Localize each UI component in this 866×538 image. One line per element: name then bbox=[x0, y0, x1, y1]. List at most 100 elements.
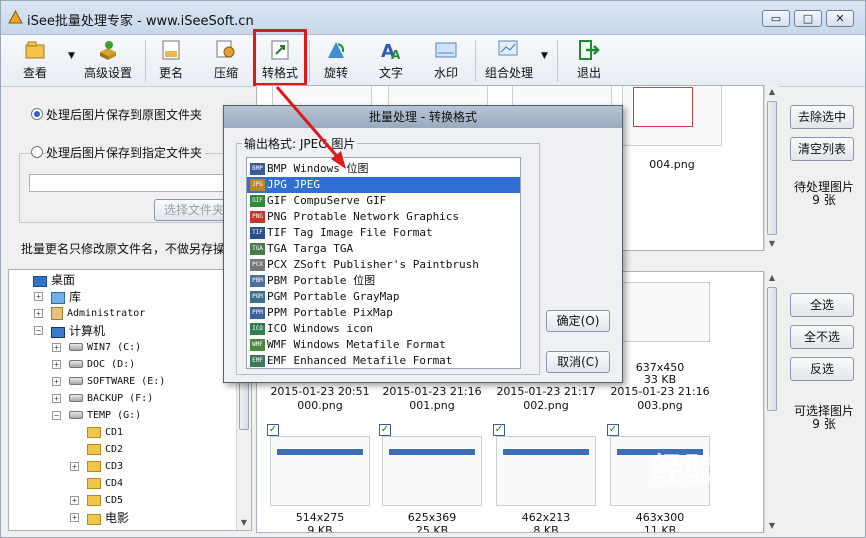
pending-thumbnail[interactable]: 004.png bbox=[617, 86, 727, 196]
tree-node[interactable]: + CD5 bbox=[70, 493, 124, 509]
clear-list-button[interactable]: 清空列表 bbox=[790, 137, 854, 161]
available-thumbnail[interactable]: ✓ 462x213 8 KB bbox=[491, 422, 601, 532]
available-thumbnail[interactable]: ✓ 625x369 25 KB bbox=[377, 422, 487, 532]
tree-expand-icon[interactable]: + bbox=[52, 394, 61, 403]
combo-process-button[interactable]: 组合处理 bbox=[483, 37, 535, 85]
scroll-up-icon[interactable]: ▲ bbox=[765, 85, 779, 99]
tree-node-label: CD5 bbox=[105, 495, 124, 506]
save-to-folder-radio[interactable] bbox=[31, 146, 43, 158]
library-icon bbox=[51, 292, 65, 304]
format-option[interactable]: BMP BMP Windows 位图 bbox=[247, 161, 520, 177]
format-option[interactable]: PGM PGM Portable GrayMap bbox=[247, 289, 520, 305]
text-button[interactable]: AA 文字 bbox=[371, 37, 411, 85]
watermark-button[interactable]: 水印 bbox=[426, 37, 466, 85]
tree-expand-icon[interactable]: + bbox=[34, 292, 43, 301]
tree-expand-icon[interactable]: − bbox=[34, 326, 43, 335]
available-count: 9 张 bbox=[812, 417, 836, 431]
compress-button[interactable]: 压缩 bbox=[206, 37, 246, 85]
thumbnail-checkbox[interactable]: ✓ bbox=[493, 424, 505, 436]
format-option[interactable]: GIF GIF CompuServe GIF bbox=[247, 193, 520, 209]
tree-expand-icon[interactable]: − bbox=[52, 411, 61, 420]
format-option[interactable]: JPG JPG JPEG bbox=[247, 177, 520, 193]
tree-node-label: BACKUP (F:) bbox=[87, 393, 154, 404]
combo-dropdown-arrow-icon[interactable]: ▼ bbox=[541, 51, 548, 61]
tree-node[interactable]: + WIN7 (C:) bbox=[52, 340, 142, 356]
tree-node[interactable]: + SOFTWARE (E:) bbox=[52, 374, 165, 390]
choose-folder-button[interactable]: 选择文件夹 bbox=[154, 199, 234, 221]
rename-button[interactable]: 更名 bbox=[151, 37, 191, 85]
scroll-up-icon[interactable]: ▲ bbox=[765, 271, 779, 285]
format-option[interactable]: TIF TIF Tag Image File Format bbox=[247, 225, 520, 241]
gear-box-icon bbox=[100, 41, 116, 60]
toolbar-label: 退出 bbox=[576, 66, 601, 80]
tree-expand-icon[interactable]: + bbox=[34, 309, 43, 318]
tree-expand-icon[interactable]: + bbox=[52, 377, 61, 386]
available-scrollbar[interactable]: ▲ ▼ bbox=[764, 271, 779, 533]
toolbar-label: 更名 bbox=[158, 66, 183, 80]
tree-node[interactable]: − 计算机 bbox=[34, 323, 105, 339]
thumbnail-checkbox[interactable]: ✓ bbox=[379, 424, 391, 436]
tree-node[interactable]: CD4 bbox=[87, 476, 123, 492]
scroll-down-icon[interactable]: ▼ bbox=[765, 237, 779, 251]
tree-node-label: CD1 bbox=[105, 427, 124, 438]
tree-node[interactable]: + BACKUP (F:) bbox=[52, 391, 154, 407]
tree-node[interactable]: + 库 bbox=[34, 289, 81, 305]
select-none-button[interactable]: 全不选 bbox=[790, 325, 854, 349]
tree-node[interactable]: + DOC (D:) bbox=[52, 357, 136, 373]
toolbar-separator bbox=[309, 40, 310, 82]
scroll-thumb[interactable] bbox=[767, 287, 777, 411]
exit-button[interactable]: 退出 bbox=[569, 37, 609, 85]
available-thumbnail[interactable]: ✓ 514x275 9 KB bbox=[265, 422, 375, 532]
format-list[interactable]: BMP BMP Windows 位图 JPG JPG JPEG GIF GIF Compu… bbox=[246, 157, 521, 369]
thumbnail-checkbox[interactable]: ✓ bbox=[607, 424, 619, 436]
tree-node[interactable]: CD1 bbox=[87, 425, 123, 441]
tree-expand-icon[interactable]: + bbox=[70, 513, 79, 522]
ok-button[interactable]: 确定(O) bbox=[546, 310, 610, 332]
cancel-button[interactable]: 取消(C) bbox=[546, 351, 610, 373]
format-option[interactable]: WMF WMF Windows Metafile Format bbox=[247, 337, 520, 353]
tree-node[interactable]: 桌面 bbox=[33, 272, 75, 288]
tree-node[interactable]: + 电影 bbox=[70, 510, 129, 526]
rotate-button[interactable]: 旋转 bbox=[316, 37, 356, 85]
tree-node-label: WIN7 (C:) bbox=[87, 342, 142, 353]
maximize-button[interactable]: □ bbox=[794, 10, 822, 27]
pending-scrollbar[interactable]: ▲ ▼ bbox=[764, 85, 779, 251]
tree-node[interactable]: + Administrator bbox=[34, 306, 145, 322]
scroll-down-icon[interactable]: ▼ bbox=[765, 519, 779, 533]
format-option-label: GIF CompuServe GIF bbox=[267, 194, 387, 207]
image-dimensions: 462x213 bbox=[521, 511, 571, 524]
tree-expand-icon[interactable]: + bbox=[52, 343, 61, 352]
rename-note: 批量更名只修改原文件名，不做另存操 bbox=[21, 242, 226, 256]
tree-expand-icon[interactable]: + bbox=[70, 496, 79, 505]
format-option[interactable]: PPM PPM Portable PixMap bbox=[247, 305, 520, 321]
target-folder-input[interactable] bbox=[29, 174, 251, 192]
scroll-down-icon[interactable]: ▼ bbox=[237, 516, 251, 530]
save-to-source-radio[interactable] bbox=[31, 108, 43, 120]
select-all-button[interactable]: 全选 bbox=[790, 293, 854, 317]
close-button[interactable]: ✕ bbox=[826, 10, 854, 27]
format-option[interactable]: TGA TGA Targa TGA bbox=[247, 241, 520, 257]
format-option[interactable]: PCX PCX ZSoft Publisher's Paintbrush bbox=[247, 257, 520, 273]
minimize-button[interactable]: ▭ bbox=[762, 10, 790, 27]
format-option[interactable]: PBM PBM Portable 位图 bbox=[247, 273, 520, 289]
format-option[interactable]: EMF EMF Enhanced Metafile Format bbox=[247, 353, 520, 368]
thumbnail-checkbox[interactable]: ✓ bbox=[267, 424, 279, 436]
app-window: iSee批量处理专家 - www.iSeeSoft.cn ▭ □ ✕ 查看 ▼ … bbox=[0, 0, 866, 538]
remove-selected-button[interactable]: 去除选中 bbox=[790, 105, 854, 129]
image-dimensions: 463x300 bbox=[635, 511, 685, 524]
tree-expand-icon[interactable]: + bbox=[52, 360, 61, 369]
format-option[interactable]: ICO ICO Windows icon bbox=[247, 321, 520, 337]
tree-expand-icon[interactable]: + bbox=[70, 462, 79, 471]
tree-node[interactable]: + CD3 bbox=[70, 459, 123, 475]
folder-icon bbox=[87, 426, 101, 438]
view-button[interactable]: 查看 bbox=[13, 37, 57, 85]
advanced-settings-button[interactable]: 高级设置 bbox=[81, 37, 135, 85]
tree-node[interactable]: − TEMP (G:) bbox=[52, 408, 141, 424]
format-file-icon: TGA bbox=[250, 243, 265, 255]
format-option[interactable]: PNG PNG Protable Network Graphics bbox=[247, 209, 520, 225]
view-dropdown-arrow-icon[interactable]: ▼ bbox=[68, 51, 75, 61]
invert-selection-button[interactable]: 反选 bbox=[790, 357, 854, 381]
tree-node-label: DOC (D:) bbox=[87, 359, 136, 370]
tree-node[interactable]: CD2 bbox=[87, 442, 123, 458]
scroll-thumb[interactable] bbox=[767, 101, 777, 235]
